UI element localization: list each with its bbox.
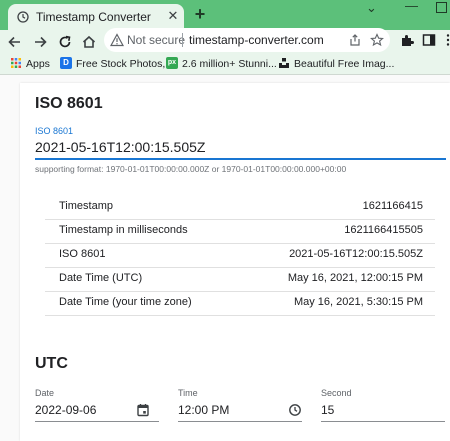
bookmark-apps[interactable]: Apps — [10, 57, 50, 71]
bookmark-label: Beautiful Free Imag... — [294, 58, 395, 70]
row-key: Timestamp in milliseconds — [59, 224, 188, 236]
home-icon[interactable] — [80, 33, 98, 51]
bookmarks-bar: Apps D Free Stock Photos,... px 2.6 mill… — [0, 54, 450, 75]
tab-title: Timestamp Converter — [36, 10, 151, 24]
bookmark-stunning-photos[interactable]: px 2.6 million+ Stunni... — [166, 57, 277, 71]
extensions-puzzle-icon[interactable] — [400, 33, 414, 47]
address-separator — [182, 33, 183, 47]
tab-close-icon[interactable]: ✕ — [165, 8, 181, 24]
second-input-underline — [321, 421, 445, 422]
bookmark-label: Apps — [26, 58, 50, 70]
time-field-label: Time — [178, 388, 198, 398]
row-value: May 16, 2021, 12:00:15 PM — [287, 272, 423, 284]
address-bar[interactable]: Not secure timestamp-converter.com — [104, 28, 390, 52]
date-input-underline — [35, 421, 159, 422]
row-key: ISO 8601 — [59, 248, 106, 260]
apps-grid-icon — [11, 58, 21, 68]
reload-icon[interactable] — [56, 33, 74, 51]
tab-search-chevron-icon[interactable]: ⌄ — [366, 0, 377, 16]
bookmark-free-stock-photos[interactable]: D Free Stock Photos,... — [60, 57, 174, 71]
row-key: Date Time (your time zone) — [59, 296, 192, 308]
bookmark-favicon-icon: D — [60, 57, 72, 69]
second-field-label: Second — [321, 388, 352, 398]
date-field-label: Date — [35, 388, 55, 398]
clock-icon[interactable] — [288, 403, 302, 417]
minimize-icon[interactable]: — — [405, 0, 418, 14]
table-row: Date Time (UTC) May 16, 2021, 12:00:15 P… — [45, 267, 435, 292]
row-key: Date Time (UTC) — [59, 272, 143, 284]
new-tab-plus-icon[interactable]: + — [190, 4, 210, 24]
url-text[interactable]: timestamp-converter.com — [189, 33, 324, 47]
date-input[interactable]: 2022-09-06 — [35, 403, 96, 417]
iso-input[interactable]: 2021-05-16T12:00:15.505Z — [35, 139, 205, 155]
table-row: Date Time (your time zone) May 16, 2021,… — [45, 291, 435, 316]
calendar-icon[interactable] — [136, 403, 150, 417]
warning-triangle-icon[interactable] — [110, 33, 124, 47]
forward-arrow-icon[interactable] — [31, 33, 49, 51]
row-value: May 16, 2021, 5:30:15 PM — [293, 296, 423, 308]
side-panel-icon[interactable] — [422, 33, 436, 47]
share-icon[interactable] — [348, 33, 362, 47]
back-arrow-icon[interactable] — [6, 33, 24, 51]
more-menu-icon[interactable] — [441, 33, 450, 47]
time-input-underline — [178, 421, 302, 422]
row-key: Timestamp — [59, 200, 113, 212]
results-table: Timestamp 1621166415 Timestamp in millis… — [45, 195, 435, 317]
row-value: 1621166415 — [362, 200, 423, 212]
iso-section-title: ISO 8601 — [35, 95, 103, 112]
table-row: ISO 8601 2021-05-16T12:00:15.505Z — [45, 243, 435, 268]
iso-input-label: ISO 8601 — [35, 126, 74, 136]
maximize-icon[interactable] — [436, 2, 447, 13]
bookmark-label: Free Stock Photos,... — [76, 58, 175, 70]
tab-timestamp-converter[interactable]: Timestamp Converter ✕ — [8, 4, 184, 30]
unsplash-icon — [279, 58, 289, 68]
iso-input-underline — [35, 158, 446, 160]
table-row: Timestamp 1621166415 — [45, 195, 435, 220]
iso-format-hint: supporting format: 1970-01-01T00:00:00.0… — [35, 164, 347, 174]
bookmark-star-icon[interactable] — [370, 33, 384, 47]
clock-icon — [17, 11, 29, 23]
tab-strip: Timestamp Converter ✕ + ⌄ — — [0, 0, 450, 30]
not-secure-label[interactable]: Not secure — [127, 33, 185, 47]
utc-section-title: UTC — [35, 355, 68, 372]
bookmark-favicon-icon: px — [166, 57, 178, 69]
row-value: 2021-05-16T12:00:15.505Z — [289, 248, 423, 260]
time-input[interactable]: 12:00 PM — [178, 403, 229, 417]
row-value: 1621166415505 — [344, 224, 423, 236]
table-row: Timestamp in milliseconds 1621166415505 — [45, 219, 435, 244]
bookmark-label: 2.6 million+ Stunni... — [182, 58, 277, 70]
second-input[interactable]: 15 — [321, 403, 334, 417]
bookmark-beautiful-free-images[interactable]: Beautiful Free Imag... — [278, 57, 394, 71]
